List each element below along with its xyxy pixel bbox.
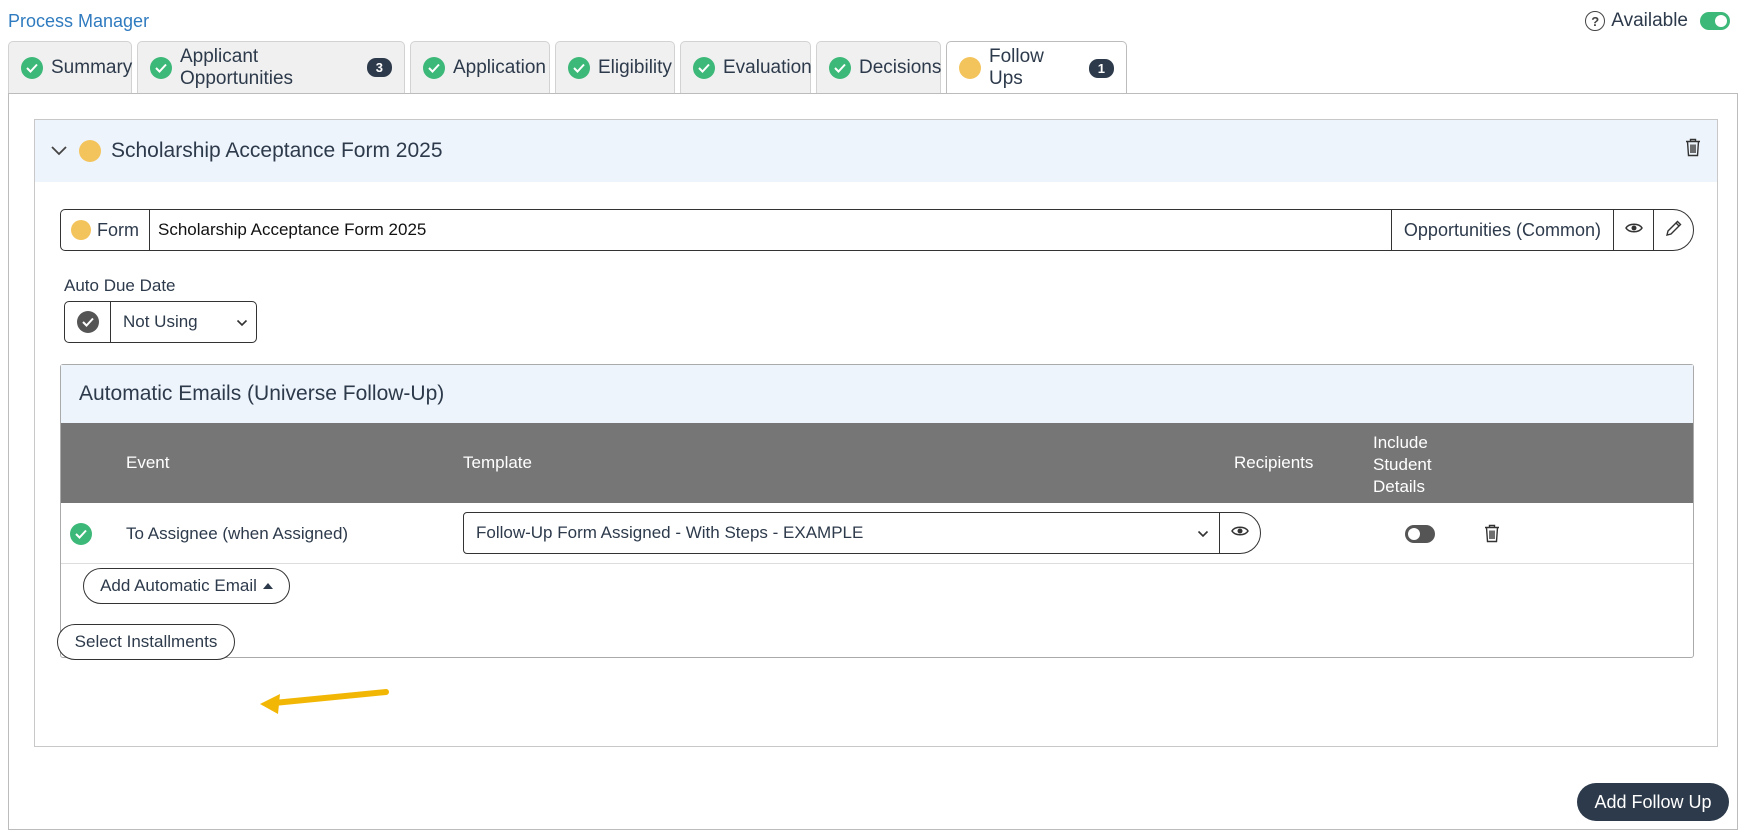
column-template: Template: [463, 453, 532, 472]
tab-decisions[interactable]: Decisions: [816, 41, 941, 93]
template-value: Follow-Up Form Assigned - With Steps - E…: [476, 523, 864, 542]
delete-email-button[interactable]: [1484, 503, 1500, 564]
automatic-emails-section: Automatic Emails (Universe Follow-Up) Ev…: [60, 364, 1694, 658]
check-circle-icon: [693, 56, 715, 79]
auto-due-date-label: Auto Due Date: [64, 276, 176, 295]
auto-due-date-status: [65, 302, 111, 342]
followup-card: Scholarship Acceptance Form 2025 Form Sc…: [34, 119, 1718, 747]
chevron-down-icon[interactable]: [49, 141, 69, 161]
emails-table-header: Event Template Recipients Include Studen…: [61, 423, 1693, 503]
availability-control: ? Available: [1585, 10, 1730, 32]
tab-application[interactable]: Application: [410, 41, 550, 93]
tab-evaluation[interactable]: Evaluation: [680, 41, 812, 93]
pencil-icon: [1665, 219, 1683, 242]
tab-applicant-opportunities[interactable]: Applicant Opportunities 3: [137, 41, 405, 93]
tab-label: Eligibility: [598, 56, 672, 78]
eye-icon: [1231, 524, 1249, 542]
pending-dot-icon: [71, 220, 91, 240]
opportunities-scope: Opportunities (Common): [1390, 210, 1613, 250]
select-installments-button[interactable]: Select Installments: [57, 624, 235, 660]
chevron-down-icon: [236, 312, 248, 332]
pending-dot-icon: [79, 140, 101, 162]
column-include-line: Details: [1373, 477, 1425, 496]
form-selector: Form Scholarship Acceptance Form 2025 Op…: [60, 209, 1694, 251]
check-circle-icon: [423, 56, 445, 79]
availability-toggle[interactable]: [1700, 12, 1730, 30]
process-tabs: Summary Applicant Opportunities 3 Applic…: [8, 41, 1127, 94]
form-label-cell: Form: [61, 210, 150, 250]
template-select[interactable]: Follow-Up Form Assigned - With Steps - E…: [463, 512, 1261, 554]
auto-due-date-text: Not Using: [123, 312, 198, 331]
check-circle-icon: [829, 56, 851, 79]
annotation-arrow-icon: [260, 689, 389, 714]
follow-ups-panel: Scholarship Acceptance Form 2025 Form Sc…: [8, 93, 1738, 830]
column-recipients: Recipients: [1234, 453, 1314, 472]
auto-due-date-select[interactable]: Not Using: [64, 301, 257, 343]
check-circle-icon: [76, 311, 99, 333]
tab-label: Follow Ups: [989, 46, 1044, 89]
select-installments-label: Select Installments: [74, 632, 218, 651]
column-include-student-details: Include Student Details: [1373, 423, 1432, 503]
template-dropdown[interactable]: Follow-Up Form Assigned - With Steps - E…: [464, 513, 1220, 553]
row-event: To Assignee (when Assigned): [126, 523, 349, 543]
form-label: Form: [97, 219, 139, 240]
check-circle-icon: [70, 522, 92, 545]
preview-form-button[interactable]: [1613, 210, 1653, 250]
check-circle-icon: [21, 56, 43, 79]
add-follow-up-button[interactable]: Add Follow Up: [1577, 783, 1729, 821]
tab-label: Decisions: [859, 56, 942, 78]
toggle-icon: [1405, 524, 1435, 543]
check-circle-icon: [150, 56, 172, 79]
availability-label: Available: [1611, 10, 1688, 31]
chevron-down-icon: [1197, 523, 1209, 543]
tab-label: Summary: [51, 56, 133, 78]
pending-dot-icon: [959, 57, 981, 79]
followup-title: Scholarship Acceptance Form 2025: [111, 139, 443, 162]
tab-label: Application: [453, 56, 546, 78]
count-badge: 1: [1088, 58, 1114, 78]
tab-label: Applicant Opportunities: [180, 45, 294, 89]
column-event: Event: [126, 453, 170, 472]
preview-template-button[interactable]: [1220, 513, 1260, 553]
followup-card-header[interactable]: Scholarship Acceptance Form 2025: [35, 120, 1717, 182]
table-row: To Assignee (when Assigned) Follow-Up Fo…: [61, 503, 1693, 564]
trash-icon: [1485, 524, 1499, 543]
trash-icon[interactable]: [1685, 138, 1701, 162]
tab-label: Evaluation: [723, 56, 812, 78]
help-icon[interactable]: ?: [1585, 11, 1606, 31]
column-include-line: Include: [1373, 433, 1428, 452]
check-circle-icon: [568, 56, 590, 79]
add-automatic-email-label: Add Automatic Email: [100, 576, 257, 595]
include-details-toggle[interactable]: [1405, 503, 1435, 564]
caret-up-icon: [262, 583, 273, 589]
process-manager-link[interactable]: Process Manager: [8, 11, 149, 32]
tab-summary[interactable]: Summary: [8, 41, 132, 93]
automatic-emails-title: Automatic Emails (Universe Follow-Up): [61, 365, 1693, 423]
tab-follow-ups[interactable]: Follow Ups 1: [946, 41, 1127, 94]
column-include-line: Student: [1373, 455, 1432, 474]
eye-icon: [1624, 221, 1643, 239]
auto-due-date-value[interactable]: Not Using: [111, 302, 256, 342]
edit-form-button[interactable]: [1653, 210, 1693, 250]
count-badge: 3: [366, 58, 392, 77]
row-status: [70, 503, 92, 564]
form-name: Scholarship Acceptance Form 2025: [158, 220, 427, 239]
add-automatic-email-button[interactable]: Add Automatic Email: [83, 568, 290, 604]
tab-eligibility[interactable]: Eligibility: [555, 41, 675, 93]
